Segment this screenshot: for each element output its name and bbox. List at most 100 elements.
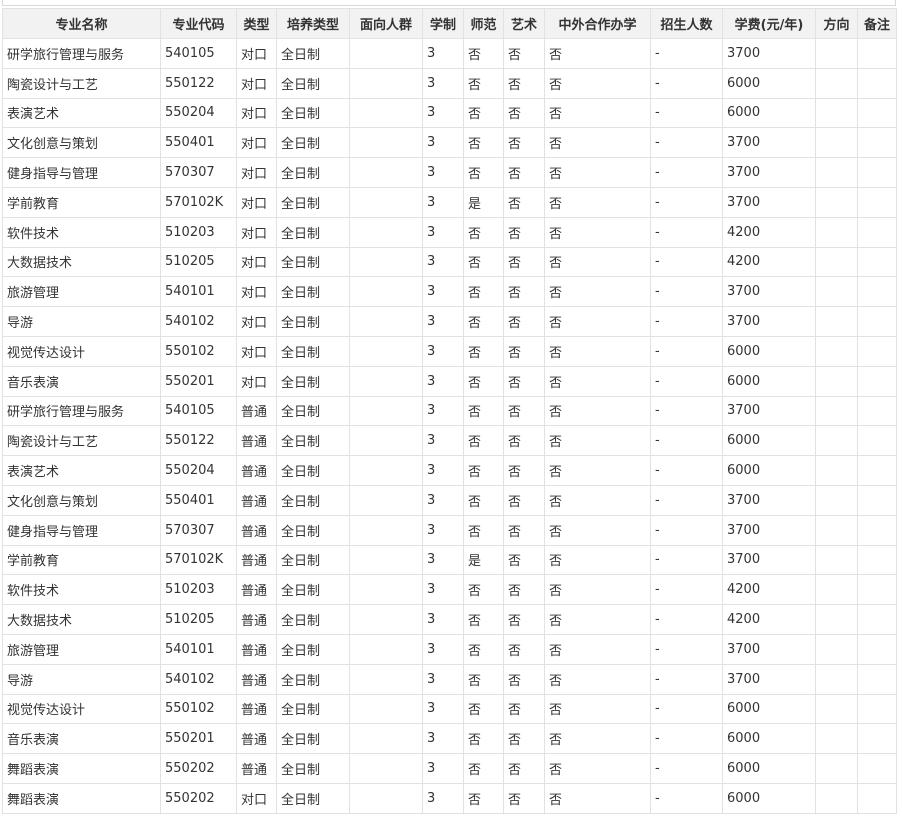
cell-enrollment: - [650,514,723,546]
cell-direction [815,544,858,576]
cell-enrollment: - [650,544,723,576]
cell-normal: 否 [463,395,504,427]
cell-tuition: 3700 [722,633,816,665]
cell-duration: 3 [422,365,464,397]
cell-duration: 3 [422,782,464,814]
cell-remarks [857,97,897,129]
cell-normal: 否 [463,723,504,755]
cell-major-name: 音乐表演 [2,723,161,755]
cell-duration: 3 [422,484,464,516]
cell-cooperation: 否 [544,335,651,367]
cell-tuition: 3700 [722,38,816,69]
cell-normal: 否 [463,97,504,129]
cell-enrollment: - [650,484,723,516]
cell-major-code: 570307 [160,514,237,546]
cell-duration: 3 [422,246,464,278]
header-audience: 面向人群 [349,8,423,39]
cell-study-mode: 全日制 [276,97,350,129]
cell-duration: 3 [422,633,464,665]
cell-tuition: 3700 [722,395,816,427]
cell-audience [349,782,423,814]
cell-audience [349,574,423,606]
header-major-name: 专业名称 [2,8,161,39]
cell-normal: 否 [463,365,504,397]
cell-normal: 否 [463,782,504,814]
cell-audience [349,723,423,755]
cell-cooperation: 否 [544,544,651,576]
header-duration: 学制 [422,8,464,39]
cell-type: 普通 [236,484,277,516]
cell-enrollment: - [650,38,723,69]
cell-audience [349,97,423,129]
cell-duration: 3 [422,276,464,308]
cell-type: 普通 [236,514,277,546]
cell-duration: 3 [422,157,464,188]
cell-duration: 3 [422,455,464,486]
cell-type: 对口 [236,67,277,99]
cell-study-mode: 全日制 [276,127,350,159]
cell-enrollment: - [650,395,723,427]
cell-duration: 3 [422,186,464,218]
cell-study-mode: 全日制 [276,186,350,218]
cell-major-name: 导游 [2,663,161,695]
cell-cooperation: 否 [544,633,651,665]
table-row: 大数据技术 510205 对口 全日制 3 否否否 -4200 [2,246,897,278]
cell-tuition: 4200 [722,604,816,635]
cell-tuition: 6000 [722,753,816,784]
cell-type: 普通 [236,395,277,427]
cell-tuition: 3700 [722,276,816,308]
header-enrollment: 招生人数 [650,8,723,39]
table-row: 音乐表演 550201 对口 全日制 3 否否否 -6000 [2,365,897,397]
cell-major-code: 570102K [160,544,237,576]
cell-normal: 否 [463,157,504,188]
cell-art: 否 [503,484,545,516]
cell-audience [349,693,423,725]
cell-remarks [857,633,897,665]
table-row: 视觉传达设计 550102 对口 全日制 3 否否否 -6000 [2,335,897,367]
cell-duration: 3 [422,38,464,69]
cell-major-code: 540105 [160,395,237,427]
cell-cooperation: 否 [544,663,651,695]
header-type: 类型 [236,8,277,39]
cell-major-name: 文化创意与策划 [2,127,161,159]
cell-direction [815,335,858,367]
cell-art: 否 [503,455,545,486]
cell-audience [349,544,423,576]
cell-major-code: 550401 [160,127,237,159]
cell-remarks [857,246,897,278]
cell-study-mode: 全日制 [276,693,350,725]
table-row: 研学旅行管理与服务 540105 对口 全日制 3 否否否 -3700 [2,38,897,69]
cell-duration: 3 [422,514,464,546]
header-art: 艺术 [503,8,545,39]
cell-enrollment: - [650,306,723,337]
cell-normal: 否 [463,276,504,308]
cell-study-mode: 全日制 [276,544,350,576]
cell-study-mode: 全日制 [276,663,350,695]
table-row: 舞蹈表演 550202 普通 全日制 3 否否否 -6000 [2,753,897,784]
cell-enrollment: - [650,782,723,814]
cell-major-code: 540102 [160,306,237,337]
cell-tuition: 3700 [722,157,816,188]
cell-major-code: 550202 [160,782,237,814]
cell-normal: 否 [463,455,504,486]
cell-major-code: 540101 [160,633,237,665]
cell-remarks [857,67,897,99]
cell-major-code: 510203 [160,574,237,606]
cell-direction [815,574,858,606]
cell-duration: 3 [422,335,464,367]
cell-major-name: 舞蹈表演 [2,782,161,814]
cell-study-mode: 全日制 [276,216,350,248]
cell-art: 否 [503,663,545,695]
cell-direction [815,186,858,218]
cell-major-code: 510203 [160,216,237,248]
cell-study-mode: 全日制 [276,157,350,188]
cell-study-mode: 全日制 [276,395,350,427]
cell-type: 普通 [236,693,277,725]
cell-enrollment: - [650,276,723,308]
cell-major-code: 550122 [160,425,237,457]
cell-normal: 是 [463,186,504,218]
cell-type: 对口 [236,306,277,337]
cell-direction [815,67,858,99]
cell-major-name: 陶瓷设计与工艺 [2,425,161,457]
cell-major-code: 550201 [160,365,237,397]
